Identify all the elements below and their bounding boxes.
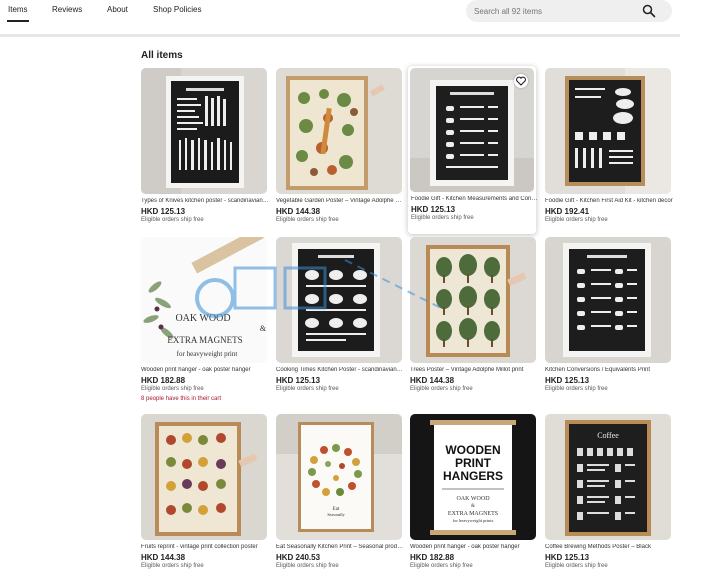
product-price: HKD 192.41 [545,207,590,216]
product-price: HKD 182.88 [141,376,186,385]
product-card[interactable]: Kitchen Conversions / Equivalents Print … [545,237,673,405]
tab-reviews[interactable]: Reviews [52,5,82,14]
hanger-text-3: EXTRA MAGNETS [167,335,242,345]
product-price: HKD 144.38 [410,376,455,385]
product-card[interactable]: WOODEN PRINT HANGERS OAK WOOD & EXTRA MA… [410,414,538,582]
shipping-note: Eligible orders ship free [276,563,339,569]
tab-about[interactable]: About [107,5,128,14]
section-title: All items [141,50,183,61]
product-price: HKD 125.13 [141,207,186,216]
hangers-sub-4: for heavyweight prints [453,518,494,523]
product-image[interactable]: Eat Seasonally [276,414,402,540]
hanger-text-4: for heavyweight print [177,350,238,358]
search-input[interactable] [474,5,634,18]
hanger-text-1: OAK WOOD [175,313,230,324]
search-box [466,0,672,22]
product-image[interactable] [276,68,402,194]
product-title[interactable]: Wooden print hanger - oak poster hanger [410,544,538,550]
product-price: HKD 125.13 [411,205,456,214]
product-card[interactable]: Vegetable Garden Poster – Vintage Adolph… [276,68,404,236]
product-title[interactable]: Coffee Brewing Methods Poster – Black [545,544,673,550]
hangers-sub-3: EXTRA MAGNETS [448,511,498,517]
hangers-title-3: HANGERS [443,469,503,483]
hangers-title-2: PRINT [455,456,492,470]
product-title[interactable]: Wooden print hanger - oak poster hanger [141,367,269,373]
product-image[interactable] [410,68,534,192]
product-title[interactable]: Types of Knives kitchen poster - scandin… [141,198,269,204]
cart-alert: 8 people have this in their cart [141,396,222,402]
product-card[interactable]: Trees Poster – Vintage Adolphe Millot pr… [410,237,538,405]
eat-caption-2: Seasonally [327,512,344,517]
product-title[interactable]: Kitchen Conversions / Equivalents Print [545,367,673,373]
tab-items[interactable]: Items [7,5,29,22]
product-title[interactable]: Eat Seasonally Kitchen Print – Seasonal … [276,544,404,550]
shop-nav-bar: Items Reviews About Shop Policies [0,0,680,37]
shipping-note: Eligible orders ship free [545,217,608,223]
product-price: HKD 182.88 [410,553,455,562]
product-image[interactable] [276,237,402,363]
product-image[interactable] [410,237,536,363]
product-title[interactable]: Cooking Times Kitchen Poster - scandinav… [276,367,404,373]
product-card[interactable]: Coffee Coffee Brewing Methods Poster – B… [545,414,673,582]
search-button[interactable] [642,4,656,18]
product-title[interactable]: Trees Poster – Vintage Adolphe Millot pr… [410,367,538,373]
product-price: HKD 125.13 [545,553,590,562]
shipping-note: Eligible orders ship free [545,563,608,569]
shipping-note: Eligible orders ship free [141,386,204,392]
product-image[interactable]: Coffee [545,414,671,540]
product-image[interactable] [141,414,267,540]
product-card[interactable]: Types of Knives kitchen poster - scandin… [141,68,269,236]
coffee-title: Coffee [597,431,619,440]
product-title[interactable]: Foodie Gift - Kitchen Measurements and C… [411,196,539,202]
product-image[interactable]: WOODEN PRINT HANGERS OAK WOOD & EXTRA MA… [410,414,536,540]
product-price: HKD 125.13 [276,376,321,385]
favorite-button[interactable] [514,74,528,88]
product-image[interactable] [545,68,671,194]
product-price: HKD 240.53 [276,553,321,562]
product-card[interactable]: Foodie Gift - Kitchen First Aid Kit - ki… [545,68,673,236]
product-price: HKD 144.38 [276,207,321,216]
product-image[interactable]: OAK WOOD & EXTRA MAGNETS for heavyweight… [141,237,267,363]
product-price: HKD 144.38 [141,553,186,562]
product-card[interactable]: Eat Seasonally Eat Seasonally Kitchen Pr… [276,414,404,582]
product-card[interactable]: OAK WOOD & EXTRA MAGNETS for heavyweight… [141,237,269,405]
search-icon [642,4,656,18]
product-title[interactable]: Vegetable Garden Poster – Vintage Adolph… [276,198,404,204]
hangers-title-1: WOODEN [445,443,500,457]
tab-shop-policies[interactable]: Shop Policies [153,5,201,14]
hangers-sub-2: & [471,504,475,509]
product-title[interactable]: Fruits reprint - vintage print collectio… [141,544,269,550]
heart-icon [516,76,526,86]
shipping-note: Eligible orders ship free [411,215,474,221]
shipping-note: Eligible orders ship free [410,386,473,392]
product-image[interactable] [545,237,671,363]
shipping-note: Eligible orders ship free [141,217,204,223]
hangers-sub-1: OAK WOOD [456,496,490,502]
product-price: HKD 125.13 [545,376,590,385]
product-card[interactable]: Foodie Gift - Kitchen Measurements and C… [408,66,539,234]
product-image[interactable] [141,68,267,194]
product-card[interactable]: Cooking Times Kitchen Poster - scandinav… [276,237,404,405]
shipping-note: Eligible orders ship free [410,563,473,569]
shipping-note: Eligible orders ship free [141,563,204,569]
hanger-text-2: & [260,324,267,333]
shipping-note: Eligible orders ship free [276,217,339,223]
product-card[interactable]: Fruits reprint - vintage print collectio… [141,414,269,582]
product-title[interactable]: Foodie Gift - Kitchen First Aid Kit - ki… [545,198,673,204]
shipping-note: Eligible orders ship free [545,386,608,392]
shipping-note: Eligible orders ship free [276,386,339,392]
